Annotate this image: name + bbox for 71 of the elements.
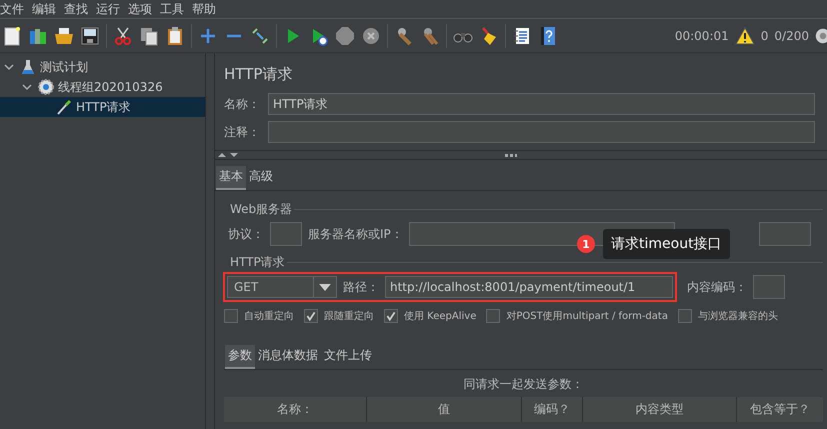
column-header[interactable]: 编码？ — [522, 397, 582, 422]
comment-field[interactable] — [268, 121, 815, 143]
path-label: 路径： — [343, 278, 379, 296]
annotation-number: 1 — [577, 235, 595, 253]
tab[interactable]: 消息体数据 — [255, 345, 321, 369]
warning-icon — [734, 26, 755, 44]
tab[interactable]: 参数 — [225, 345, 255, 369]
tab[interactable]: 文件上传 — [321, 345, 375, 369]
column-header[interactable]: 包含等于？ — [737, 397, 823, 422]
checkbox[interactable] — [678, 309, 692, 323]
path-field[interactable]: http://localhost:8001/payment/timeout/1 — [385, 276, 673, 298]
collapse-arrows-icon[interactable] — [217, 152, 239, 158]
splitter-handle[interactable] — [505, 154, 517, 156]
menu-item[interactable]: 运行 — [96, 0, 120, 18]
folder-icon[interactable] — [54, 26, 74, 46]
new-file-icon[interactable] — [2, 26, 22, 46]
section-title: Web服务器 — [229, 201, 294, 218]
thread-count: 0/200 — [774, 28, 809, 42]
save-icon[interactable] — [80, 26, 100, 46]
method-dropdown[interactable]: GET — [227, 276, 337, 298]
protocol-field[interactable] — [270, 222, 302, 246]
menu-item[interactable]: 查找 — [64, 0, 88, 18]
name-label: 名称： — [224, 96, 260, 112]
encoding-field[interactable] — [753, 275, 785, 299]
port-field[interactable] — [759, 222, 811, 246]
menu-item[interactable]: 文件 — [0, 0, 24, 18]
elapsed-time: 00:00:01 — [674, 28, 729, 42]
tree-item[interactable]: 线程组202010326 — [0, 77, 205, 97]
checkbox[interactable] — [224, 309, 238, 323]
tree-item[interactable]: HTTP请求 — [0, 97, 205, 117]
menu-item[interactable]: 编辑 — [32, 0, 56, 18]
checkbox-label: 对POST使用multipart / form-data — [506, 310, 668, 323]
tree-item[interactable]: 测试计划 — [0, 57, 205, 77]
server-label: 服务器名称或IP： — [308, 226, 403, 242]
menu-item[interactable]: 工具 — [160, 0, 184, 18]
pipette-icon — [56, 99, 72, 115]
stop-icon[interactable] — [335, 26, 355, 46]
column-header[interactable]: 值 — [367, 397, 521, 422]
tab[interactable]: 基本 — [216, 166, 246, 190]
menu-item[interactable]: 帮助 — [192, 0, 216, 18]
column-header[interactable]: 名称： — [224, 397, 366, 422]
checkbox-label: 自动重定向 — [244, 310, 294, 323]
flask-icon — [20, 59, 36, 75]
panel-title: HTTP请求 — [223, 64, 294, 85]
tab[interactable]: 高级 — [246, 166, 276, 190]
shutdown-icon[interactable] — [361, 26, 381, 46]
paste-icon[interactable] — [165, 26, 185, 46]
broom-icon[interactable] — [479, 26, 499, 46]
checkbox[interactable] — [486, 309, 500, 323]
cut-icon[interactable] — [113, 26, 133, 46]
name-field[interactable]: HTTP请求 — [268, 93, 815, 115]
checkbox[interactable] — [384, 309, 398, 323]
checkmark-icon — [385, 310, 397, 322]
warning-count: 0 — [760, 28, 768, 42]
checkmark-icon — [305, 310, 317, 322]
encoding-label: 内容编码： — [687, 278, 747, 296]
checkbox[interactable] — [304, 309, 318, 323]
column-header[interactable]: 内容类型 — [583, 397, 736, 422]
annotation-tooltip: 请求timeout接口 — [603, 229, 730, 259]
comment-label: 注释： — [224, 124, 260, 140]
list-icon[interactable] — [512, 26, 532, 46]
copy-icon[interactable] — [139, 26, 159, 46]
checkbox-label: 使用 KeepAlive — [404, 310, 476, 323]
gear-icon — [38, 79, 54, 95]
menu-item[interactable]: 选项 — [128, 0, 152, 18]
parameters-title: 同请求一起发送参数： — [462, 376, 584, 393]
section-title: HTTP请求 — [229, 254, 286, 271]
checkbox-label: 与浏览器兼容的头 — [698, 310, 778, 323]
help-icon[interactable] — [538, 26, 558, 46]
checkbox-label: 跟随重定向 — [324, 310, 374, 323]
protocol-label: 协议： — [228, 226, 264, 242]
